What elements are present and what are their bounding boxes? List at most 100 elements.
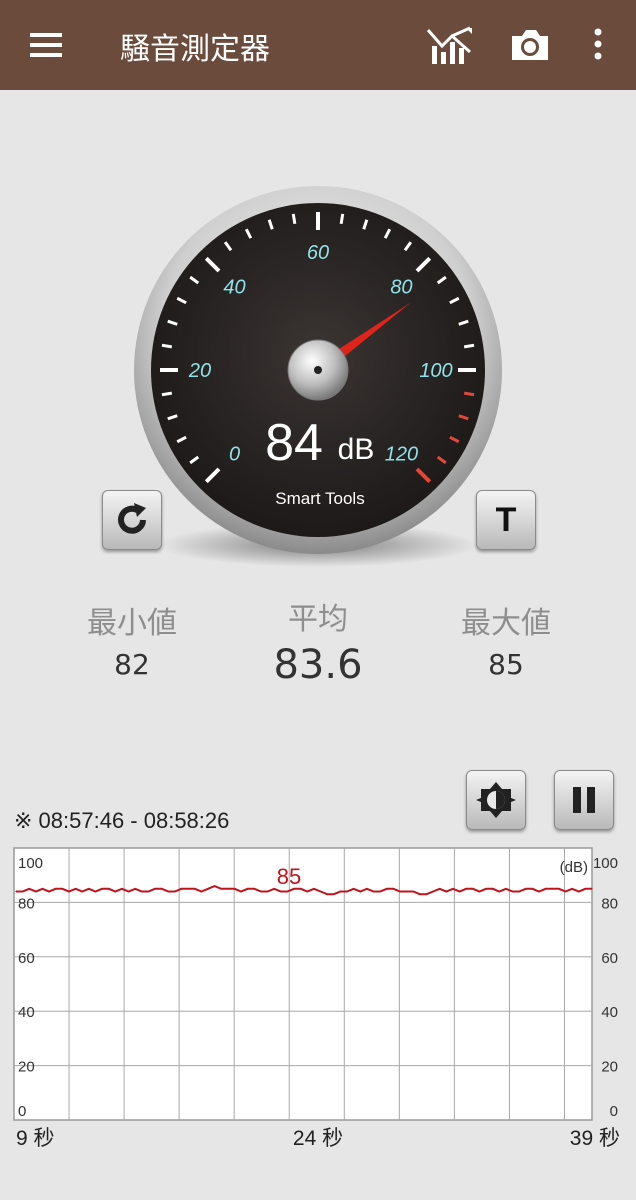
graph-point	[35, 890, 37, 893]
graph-point	[68, 890, 70, 893]
graph-x-start: 9 秒	[16, 1127, 55, 1150]
graph-point	[412, 890, 414, 893]
graph-y-tick-left: 100	[18, 855, 43, 872]
graph-point	[425, 893, 428, 895]
graph-point	[55, 888, 57, 890]
graph-point	[101, 888, 103, 890]
graph-point	[161, 888, 163, 890]
graph-point	[386, 888, 388, 890]
gauge-tick	[339, 213, 345, 225]
gauge-tick	[161, 343, 173, 349]
graph-y-tick-left: 40	[18, 1004, 35, 1021]
camera-icon[interactable]	[508, 26, 552, 64]
graph-point	[114, 890, 116, 893]
gauge-tick	[463, 391, 475, 397]
graph-x-mid: 24 秒	[293, 1127, 343, 1150]
graph-point	[518, 890, 520, 893]
graph-point	[419, 893, 421, 895]
refresh-icon	[118, 503, 146, 534]
graph-point	[538, 890, 540, 893]
stat-avg-value: 83.6	[273, 642, 363, 688]
graph-point	[564, 890, 567, 893]
graph-point	[141, 890, 143, 893]
graph-y-tick-right: 0	[610, 1103, 618, 1120]
graph-point	[333, 893, 335, 895]
gauge-scale-label: 40	[223, 277, 245, 299]
graph-point	[485, 888, 487, 890]
graph-point	[75, 888, 77, 890]
graph-y-tick-right: 20	[601, 1059, 618, 1076]
graph-point	[81, 890, 83, 893]
graph-y-tick-left: 60	[18, 950, 35, 967]
history-graph: 100 100 80 80 60 60 40 40 20 20 0 0 (dB) 85 9 秒 24 …	[0, 840, 636, 1160]
graph-point	[432, 890, 434, 893]
graph-y-tick-right: 60	[601, 950, 618, 967]
graph-point	[220, 888, 222, 890]
graph-point	[306, 890, 308, 893]
time-range: ※ 08:57:46 - 08:58:26	[14, 808, 230, 833]
calibrate-button[interactable]: T	[476, 490, 536, 550]
graph-point	[439, 888, 441, 890]
graph-point	[492, 888, 494, 890]
graph-y-tick-right: 80	[601, 895, 618, 912]
graph-point	[372, 890, 375, 893]
graph-point	[247, 888, 249, 890]
app-bar: 騒音測定器	[0, 0, 636, 90]
graph-point	[339, 890, 341, 893]
graph-point	[379, 890, 381, 893]
pause-icon	[573, 787, 595, 813]
graph-y-tick-right: 40	[601, 1004, 618, 1021]
graph-point	[61, 888, 63, 890]
brightness-icon	[476, 782, 516, 818]
graph-point	[465, 888, 467, 890]
pause-button[interactable]	[554, 770, 614, 830]
graph-point	[525, 888, 527, 890]
graph-point	[267, 890, 269, 893]
hamburger-menu-icon[interactable]	[28, 30, 64, 60]
graph-y-tick-left: 0	[18, 1103, 26, 1120]
graph-point	[15, 890, 17, 893]
gauge-scale-label: 0	[229, 443, 240, 465]
graph-point	[359, 890, 361, 893]
reset-button[interactable]	[102, 490, 162, 550]
gauge-scale-label: 120	[385, 443, 418, 465]
stat-min-value: 82	[114, 648, 150, 681]
calibrate-label: T	[495, 500, 517, 539]
graph-point	[505, 888, 507, 890]
more-vert-icon[interactable]	[590, 26, 606, 62]
graph-point	[511, 890, 514, 893]
graph-point	[320, 890, 322, 893]
graph-point	[240, 890, 242, 893]
graph-point	[167, 890, 169, 893]
graph-x-end: 39 秒	[570, 1127, 620, 1150]
graph-point	[227, 888, 229, 890]
graph-point	[313, 888, 315, 890]
graph-point	[180, 888, 183, 890]
graph-point	[392, 888, 394, 890]
graph-point	[207, 888, 209, 890]
graph-point	[194, 888, 196, 890]
graph-point	[28, 888, 30, 890]
stat-min-label: 最小値	[87, 606, 177, 641]
graph-point	[459, 890, 461, 893]
graph-point	[551, 888, 553, 890]
graph-point	[233, 888, 236, 890]
graph-y-tick-left: 80	[18, 895, 35, 912]
graph-point	[128, 890, 130, 893]
graph-point	[452, 888, 454, 890]
graph-point	[174, 890, 176, 893]
gauge-tick	[463, 343, 475, 349]
brightness-button[interactable]	[466, 770, 526, 830]
chart-icon[interactable]	[426, 22, 474, 66]
graph-point	[498, 890, 500, 893]
graph-point	[273, 888, 275, 890]
graph-point	[121, 888, 123, 890]
app-title: 騒音測定器	[120, 32, 270, 67]
gauge-tick	[161, 391, 173, 397]
graph-point	[286, 890, 288, 893]
gauge-brand: Smart Tools	[275, 489, 364, 508]
sound-gauge: 0 20 40 60 80 100 120 84 dB Smart Tools	[0, 100, 636, 580]
graph-point	[154, 888, 156, 890]
graph-point	[280, 890, 282, 893]
graph-point	[531, 888, 534, 890]
